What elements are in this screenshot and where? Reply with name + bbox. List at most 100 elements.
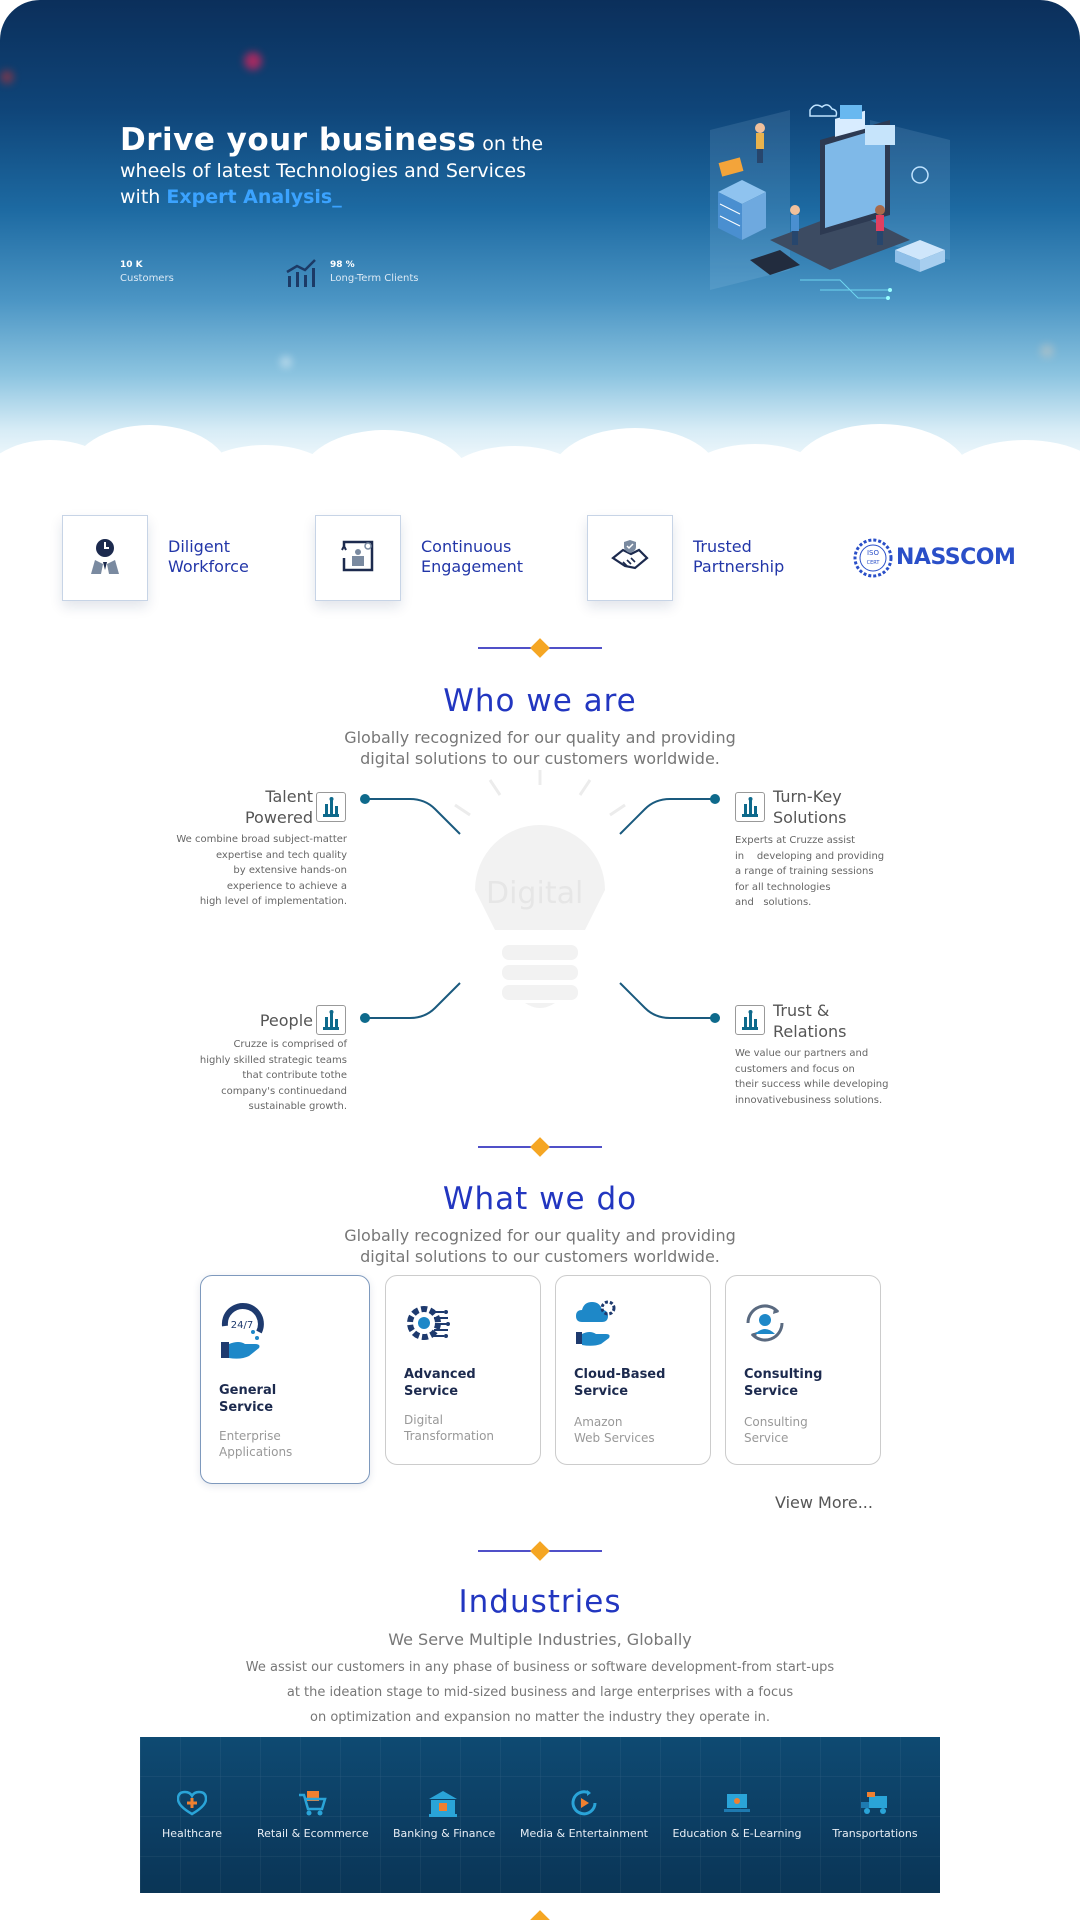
card-sub-line2: Service [744, 1431, 789, 1445]
section-divider [478, 638, 602, 658]
stat-value: 98 % [330, 260, 355, 270]
industry-transportation[interactable]: Transportations [830, 1787, 920, 1840]
industry-healthcare[interactable]: Healthcare [162, 1787, 222, 1840]
headline-accent: Expert Analysis_ [166, 186, 342, 208]
desc-line: company's continuedand [221, 1085, 347, 1097]
industry-media[interactable]: Media & Entertainment [519, 1787, 649, 1840]
desc-line: and solutions. [735, 897, 812, 908]
iso-badge-icon: ISO CERT [853, 538, 893, 578]
section-divider [478, 1541, 602, 1561]
card-sub-line2: Transformation [404, 1429, 495, 1443]
desc-line: for all technologies [735, 881, 831, 893]
card-sub-line1: Consulting [744, 1415, 808, 1429]
who-item-talent-title: Talent Powered [200, 786, 313, 828]
service-card-cloud[interactable]: Cloud-Based Service Amazon Web Services [555, 1275, 711, 1465]
industry-retail[interactable]: Retail & Ecommerce [257, 1787, 369, 1840]
nasscom-label: NASSCOM [896, 545, 1016, 570]
card-sub: Enterprise Applications [219, 1428, 292, 1460]
card-sub: Digital Transformation [404, 1412, 494, 1444]
who-title-line1: Trust & [773, 1001, 830, 1020]
industry-banking[interactable]: Banking & Finance [393, 1787, 495, 1840]
desc-line: on optimization and expansion no matter … [310, 1710, 770, 1725]
hero-banner: Drive your business on the wheels of lat… [0, 0, 1080, 500]
svg-text:CERT: CERT [867, 560, 881, 566]
desc-line: experience to achieve a [226, 880, 347, 892]
card-title-line1: General [219, 1383, 277, 1398]
desc-line: We assist our customers in any phase of … [245, 1660, 835, 1675]
chess-piece-icon [735, 1005, 765, 1035]
desc-line: We value our partners and [735, 1048, 869, 1059]
desc-line: their success while developing [735, 1079, 889, 1090]
feature-line1: Diligent [168, 537, 231, 556]
card-title: General Service [219, 1382, 276, 1416]
service-card-consulting[interactable]: Consulting Service Consulting Service [725, 1275, 881, 1465]
view-more-link[interactable]: View More... [775, 1493, 873, 1512]
service-card-general[interactable]: 24/7 General Service Enterprise Applicatio… [200, 1275, 370, 1484]
industry-label: Media & Entertainment [520, 1827, 648, 1840]
who-sub-line1: Globally recognized for our quality and … [344, 728, 736, 747]
section-divider-diamond [530, 1910, 550, 1920]
card-sub-line1: Digital [404, 1413, 443, 1427]
stat-label: Long-Term Clients [330, 273, 419, 284]
bokeh-dot [280, 356, 292, 368]
desc-line: Experts at Cruzze assist [735, 835, 856, 846]
truck-icon [859, 1787, 891, 1819]
who-sub-line2: digital solutions to our customers world… [360, 749, 720, 768]
page: Drive your business on the wheels of lat… [0, 0, 1080, 1920]
industry-label: Education & E-Learning [672, 1827, 802, 1840]
card-title-line1: Consulting [744, 1367, 823, 1382]
headline-line3-prefix: with [120, 186, 167, 208]
handshake-icon [609, 536, 651, 580]
hero-headline: Drive your business on the wheels of lat… [120, 122, 543, 210]
cloud-edge [0, 410, 1080, 500]
feature-icon-box [62, 515, 148, 601]
24-7-support-icon: 24/7 [217, 1298, 267, 1366]
who-item-talent-desc: We combine broad subject-matter expertis… [150, 832, 347, 910]
bokeh-dot [0, 70, 14, 84]
card-title: Consulting Service [744, 1366, 822, 1400]
desc-line: in developing and providing [735, 850, 885, 862]
desc-line: that contribute tothe [242, 1070, 347, 1081]
card-sub: Amazon Web Services [574, 1414, 655, 1446]
heart-plus-icon [176, 1787, 208, 1819]
feature-icon-box [587, 515, 673, 601]
industries-title: Industries [458, 1584, 622, 1620]
gear-circuit-icon [402, 1298, 452, 1352]
feature-line2: Workforce [168, 557, 249, 576]
card-title: Advanced Service [404, 1366, 476, 1400]
chess-piece-icon [316, 1005, 346, 1035]
who-item-trust-title: Trust & Relations [773, 1000, 846, 1042]
card-sub: Consulting Service [744, 1414, 808, 1446]
desc-line: high level of implementation. [199, 896, 347, 907]
desc-line: customers and focus on [735, 1063, 855, 1075]
chess-piece-icon [735, 792, 765, 822]
what-sub-line1: Globally recognized for our quality and … [344, 1226, 736, 1245]
who-item-trust-desc: We value our partners and customers and … [735, 1046, 935, 1108]
who-item-turnkey-desc: Experts at Cruzze assist in developing a… [735, 833, 915, 911]
svg-text:ISO: ISO [867, 549, 880, 557]
desc-line: innovativebusiness solutions. [735, 1094, 883, 1106]
feature-icon-box [315, 515, 401, 601]
chess-piece-icon [316, 792, 346, 822]
card-sub-line1: Enterprise [219, 1429, 281, 1443]
consultant-icon [740, 1298, 790, 1352]
desc-line: expertise and tech quality [215, 849, 347, 861]
desc-line: We combine broad subject-matter [176, 834, 347, 845]
feature-line2: Engagement [421, 557, 524, 576]
who-title-line1: Talent [265, 787, 313, 806]
stat-value: 10 K [120, 260, 143, 270]
industry-education[interactable]: Education & E-Learning [672, 1787, 802, 1840]
feature-line1: Trusted [693, 537, 752, 556]
what-sub-line2: digital solutions to our customers world… [360, 1247, 720, 1266]
service-card-advanced[interactable]: Advanced Service Digital Transformation [385, 1275, 541, 1465]
engagement-icon [338, 536, 378, 580]
headline-big: Drive your business [120, 122, 477, 158]
card-title-line2: Service [744, 1384, 799, 1399]
section-divider [478, 1137, 602, 1157]
shopping-cart-icon [296, 1787, 328, 1819]
bokeh-dot [244, 52, 262, 70]
card-title-line1: Advanced [404, 1367, 476, 1382]
isometric-tech-illustration [700, 100, 960, 314]
desc-line: a range of training sessions [735, 866, 874, 877]
who-title-line2: Relations [773, 1022, 847, 1041]
